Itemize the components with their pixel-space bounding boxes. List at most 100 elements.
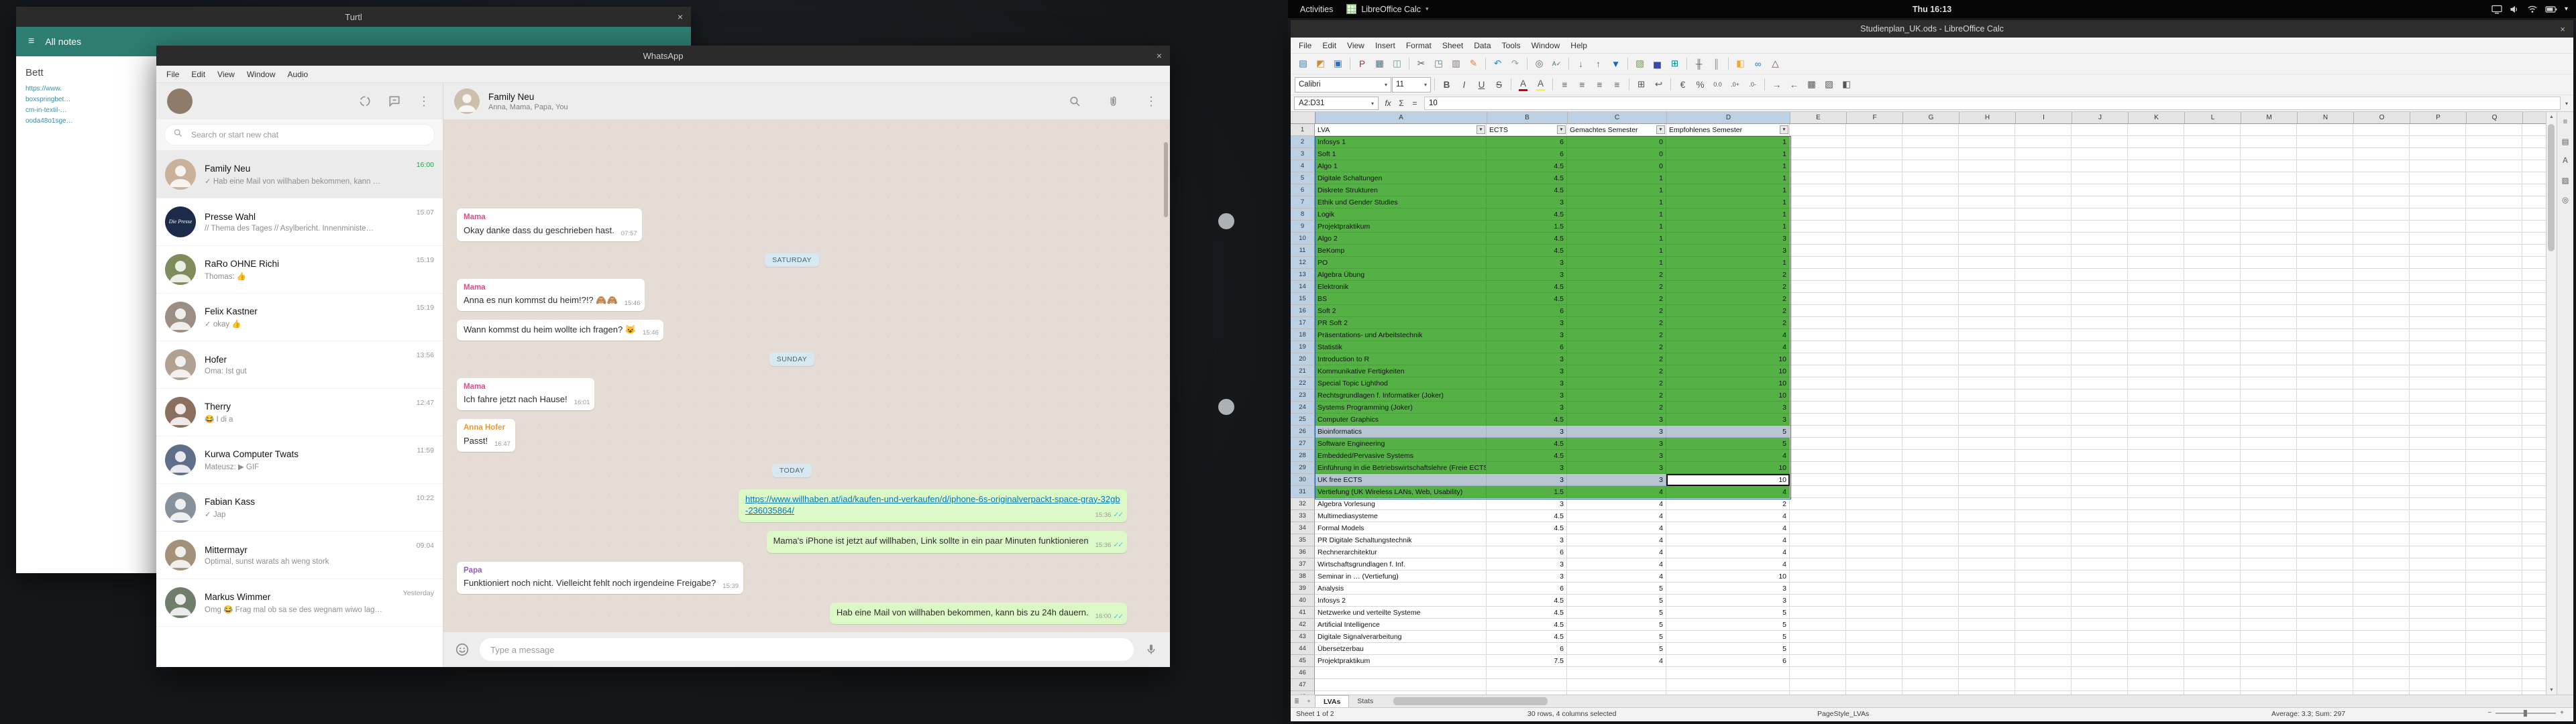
cell-A36[interactable]: Rechnerarchitektur	[1315, 546, 1487, 558]
cell-C16[interactable]: 2	[1567, 305, 1666, 317]
column-header-H[interactable]: H	[1960, 112, 2016, 123]
cell-A25[interactable]: Computer Graphics	[1315, 414, 1487, 426]
cell-C7[interactable]: 1	[1567, 196, 1666, 208]
cell-A41[interactable]: Netzwerke und verteilte Systeme	[1315, 607, 1487, 619]
cell-C5[interactable]: 1	[1567, 172, 1666, 184]
cell-B27[interactable]: 4.5	[1487, 438, 1567, 450]
zoom-in-icon[interactable]: +	[2560, 709, 2564, 717]
cell-B6[interactable]: 4.5	[1487, 184, 1567, 196]
menu-format[interactable]: Format	[1401, 40, 1437, 52]
cell-C8[interactable]: 1	[1567, 208, 1666, 221]
row-header-20[interactable]: 20	[1291, 353, 1315, 365]
font-name-combo[interactable]: Calibri ▾	[1295, 77, 1391, 93]
cell-B22[interactable]: 3	[1487, 377, 1567, 389]
cell-D20[interactable]: 10	[1666, 353, 1790, 365]
insert-pivot-table-icon[interactable]: ⊞	[1666, 56, 1683, 72]
cell-B38[interactable]: 3	[1487, 570, 1567, 583]
add-sheet-button[interactable]: +	[1303, 698, 1315, 705]
row-header-31[interactable]: 31	[1291, 486, 1315, 498]
chat-list-item[interactable]: Felix Kastner✓ okay 👍15:19	[156, 294, 443, 341]
add-decimal-icon[interactable]: .0+	[1727, 77, 1743, 93]
formula-input[interactable]: 10	[1424, 97, 2561, 110]
row-header-3[interactable]: 3	[1291, 148, 1315, 160]
undo-icon[interactable]: ↶	[1489, 56, 1506, 72]
turtl-titlebar[interactable]: Turtl ×	[16, 7, 691, 27]
row-header-21[interactable]: 21	[1291, 365, 1315, 377]
menu-view[interactable]: View	[1342, 40, 1370, 52]
conversation-avatar[interactable]	[454, 88, 480, 114]
find-and-replace-icon[interactable]: ◎	[1531, 56, 1548, 72]
zoom-control[interactable]: − +	[2487, 709, 2564, 717]
cell-C2[interactable]: 0	[1567, 136, 1666, 148]
column-header-I[interactable]: I	[2016, 112, 2072, 123]
menu-kebab-icon[interactable]: ⋮	[416, 93, 432, 109]
row-header-7[interactable]: 7	[1291, 196, 1315, 208]
insert-chart-icon[interactable]: ▅	[1649, 56, 1666, 72]
function-wizard-icon[interactable]: fx	[1381, 99, 1395, 108]
row-header-25[interactable]: 25	[1291, 414, 1315, 426]
row-header-17[interactable]: 17	[1291, 317, 1315, 329]
cell-A6[interactable]: Diskrete Strukturen	[1315, 184, 1487, 196]
status-average-sum[interactable]: Average: 3.3; Sum: 297	[2271, 710, 2345, 718]
cell-D40[interactable]: 3	[1666, 595, 1790, 607]
zoom-slider-thumb[interactable]	[2524, 710, 2527, 717]
row-header-1[interactable]: 1	[1291, 124, 1315, 136]
cell-B39[interactable]: 6	[1487, 583, 1567, 595]
font-size-combo[interactable]: 11 ▾	[1392, 77, 1431, 93]
cell-C15[interactable]: 2	[1567, 293, 1666, 305]
column-header-E[interactable]: E	[1790, 112, 1847, 123]
row-header-47[interactable]: 47	[1291, 679, 1315, 691]
cell-D34[interactable]: 4	[1666, 522, 1790, 534]
cell-A16[interactable]: Soft 2	[1315, 305, 1487, 317]
cell-D15[interactable]: 2	[1666, 293, 1790, 305]
cell-A20[interactable]: Introduction to R	[1315, 353, 1487, 365]
row-header-2[interactable]: 2	[1291, 136, 1315, 148]
sort-descending-icon[interactable]: ↑	[1590, 56, 1607, 72]
row-header-45[interactable]: 45	[1291, 655, 1315, 667]
autofilter-button-B[interactable]: ▼	[1557, 125, 1566, 134]
cell-B31[interactable]: 1.5	[1487, 486, 1567, 498]
cell-B28[interactable]: 4.5	[1487, 450, 1567, 462]
cell-C40[interactable]: 5	[1567, 595, 1666, 607]
row-header-22[interactable]: 22	[1291, 377, 1315, 389]
cell-D16[interactable]: 2	[1666, 305, 1790, 317]
cell-B1[interactable]: ECTS▼	[1487, 124, 1567, 136]
note-link-line[interactable]: ooda48o1sge…	[25, 116, 178, 127]
cell-D22[interactable]: 10	[1666, 377, 1790, 389]
cell-A21[interactable]: Kommunikative Fertigkeiten	[1315, 365, 1487, 377]
cell-C38[interactable]: 4	[1567, 570, 1666, 583]
cell-B19[interactable]: 6	[1487, 341, 1567, 353]
row-header-8[interactable]: 8	[1291, 208, 1315, 221]
row-header-35[interactable]: 35	[1291, 534, 1315, 546]
cell-B14[interactable]: 4.5	[1487, 281, 1567, 293]
cell-C30[interactable]: 3	[1567, 474, 1666, 486]
cell-D2[interactable]: 1	[1666, 136, 1790, 148]
row-header-44[interactable]: 44	[1291, 643, 1315, 655]
cell-A39[interactable]: Analysis	[1315, 583, 1487, 595]
cell-D4[interactable]: 1	[1666, 160, 1790, 172]
cell-A23[interactable]: Rechtsgrundlagen f. Informatiker (Joker)	[1315, 389, 1487, 402]
clock[interactable]: Thu 16:13	[1913, 5, 1951, 14]
cell-B21[interactable]: 3	[1487, 365, 1567, 377]
cell-D13[interactable]: 2	[1666, 269, 1790, 281]
scroll-up-icon[interactable]: ▲	[2546, 112, 2557, 121]
menu-data[interactable]: Data	[1468, 40, 1496, 52]
menu-sheet[interactable]: Sheet	[1437, 40, 1468, 52]
cell-D39[interactable]: 3	[1666, 583, 1790, 595]
cell-C37[interactable]: 4	[1567, 558, 1666, 570]
row-header-29[interactable]: 29	[1291, 462, 1315, 474]
note-link-line[interactable]: https://www.	[25, 84, 178, 95]
cell-A32[interactable]: Algebra Vorlesung	[1315, 498, 1487, 510]
sheet-menu-icon[interactable]: ≣	[1291, 698, 1303, 705]
cell-C35[interactable]: 4	[1567, 534, 1666, 546]
cell-A28[interactable]: Embedded/Pervasive Systems	[1315, 450, 1487, 462]
cell-C41[interactable]: 5	[1567, 607, 1666, 619]
cell-A5[interactable]: Digitale Schaltungen	[1315, 172, 1487, 184]
cell-A14[interactable]: Elektronik	[1315, 281, 1487, 293]
cell-C42[interactable]: 5	[1567, 619, 1666, 631]
cell-D19[interactable]: 4	[1666, 341, 1790, 353]
copy-icon[interactable]: ◳	[1430, 56, 1447, 72]
cell-C9[interactable]: 1	[1567, 221, 1666, 233]
search-icon[interactable]	[1067, 93, 1083, 109]
chat-list-item[interactable]: MittermayrOptimal, sunst warats ah weng …	[156, 532, 443, 579]
